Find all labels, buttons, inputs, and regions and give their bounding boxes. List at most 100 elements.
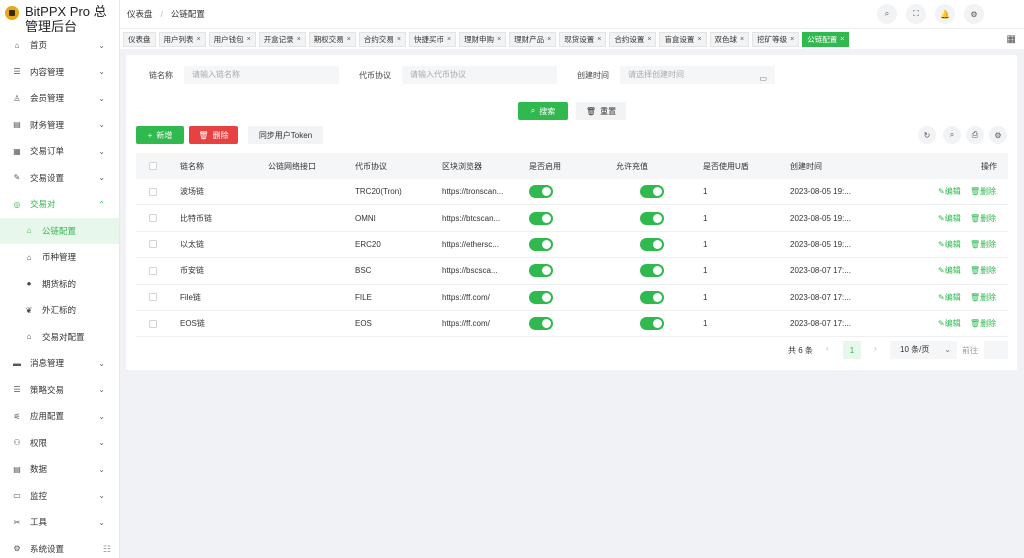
sidebar-item-6[interactable]: ◎ 交易对 ⌃ [0,191,119,218]
close-icon[interactable]: × [297,36,301,43]
tab-10[interactable]: 合约设置 × [609,31,657,47]
page-size-select[interactable]: 10 条/页 ⌄ [890,341,957,359]
tab-1[interactable]: 用户列表 × [158,31,206,47]
tabs-menu-icon[interactable]: ▦ [1007,34,1016,45]
sidebar-item-0[interactable]: ⌂ 首页 ⌄ [0,32,119,59]
add-button[interactable]: + 新增 [136,126,184,144]
close-icon[interactable]: × [397,36,401,43]
edit-link[interactable]: ✎编辑 [938,186,961,197]
settings-icon[interactable]: ⚙ [964,4,984,24]
sidebar-item-1[interactable]: ☰ 内容管理 ⌄ [0,59,119,86]
search-icon[interactable]: ⌕ [877,4,897,24]
tab-3[interactable]: 开盒记录 × [258,31,306,47]
sidebar-subitem-2[interactable]: ● 期货标的 [0,271,119,298]
close-icon[interactable]: × [197,36,201,43]
sidebar-subitem-4[interactable]: ⌂ 交易对配置 [0,324,119,351]
row-checkbox[interactable] [149,266,157,275]
print-icon[interactable]: ⎙ [966,126,984,144]
enabled-switch[interactable] [529,290,553,304]
tab-11[interactable]: 盲盒设置 × [659,31,707,47]
created-time-picker[interactable]: 请选择创建时间 ▭ [620,66,775,84]
close-icon[interactable]: × [597,36,601,43]
edit-link[interactable]: ✎编辑 [938,213,961,224]
tab-14[interactable]: 公链配置 × [802,31,850,47]
sidebar-subitem-0[interactable]: ⌂ 公链配置 [0,217,119,244]
collapse-sidebar-icon[interactable]: ☷ [103,544,111,555]
sidebar-item-8[interactable]: ☰ 策略交易 ⌄ [0,377,119,404]
column-settings-icon[interactable]: ⚙ [989,126,1007,144]
sidebar-item-5[interactable]: ✎ 交易设置 ⌄ [0,165,119,192]
tab-2[interactable]: 用户钱包 × [208,31,256,47]
chain-name-input[interactable] [184,66,339,84]
protocol-input[interactable] [402,66,557,84]
search-button[interactable]: ⌕ 搜索 [518,102,568,120]
delete-link[interactable]: 🗑删除 [970,318,996,329]
delete-button[interactable]: 🗑 删除 [189,126,238,144]
recharge-switch[interactable] [640,290,664,304]
sidebar-subitem-1[interactable]: ⌂ 币种管理 [0,244,119,271]
sidebar-item-3[interactable]: ▤ 财务管理 ⌄ [0,112,119,139]
tab-12[interactable]: 双色球 × [709,31,750,47]
next-page-icon[interactable]: › [874,344,877,353]
close-icon[interactable]: × [790,36,794,43]
sidebar-item-12[interactable]: ▭ 监控 ⌄ [0,483,119,510]
page-number-1[interactable]: 1 [843,341,861,359]
recharge-switch[interactable] [640,264,664,278]
close-icon[interactable]: × [697,36,701,43]
tab-6[interactable]: 快捷买币 × [408,31,457,47]
recharge-switch[interactable] [640,317,664,331]
reset-button[interactable]: 🗑 重置 [576,102,626,120]
enabled-switch[interactable] [529,237,553,251]
sidebar-item-11[interactable]: ▤ 数据 ⌄ [0,456,119,483]
row-checkbox[interactable] [149,214,157,223]
delete-link[interactable]: 🗑删除 [970,292,996,303]
close-icon[interactable]: × [547,36,551,43]
enabled-switch[interactable] [529,264,553,278]
delete-link[interactable]: 🗑删除 [970,213,996,224]
goto-page-input[interactable] [984,341,1008,359]
edit-link[interactable]: ✎编辑 [938,239,961,250]
tab-5[interactable]: 合约交易 × [358,31,406,47]
close-icon[interactable]: × [840,36,844,43]
sidebar-subitem-3[interactable]: ❦ 外汇标的 [0,297,119,324]
sidebar-item-2[interactable]: ♙ 会员管理 ⌄ [0,85,119,112]
sidebar-item-13[interactable]: ✂ 工具 ⌄ [0,509,119,536]
sidebar-item-4[interactable]: ▦ 交易订单 ⌄ [0,138,119,165]
recharge-switch[interactable] [640,237,664,251]
sync-token-button[interactable]: 同步用户Token [248,126,323,144]
tab-13[interactable]: 挖矿等级 × [752,31,800,47]
sidebar-item-14[interactable]: ⚙ 系统设置 [0,536,119,558]
close-icon[interactable]: × [740,36,744,43]
tab-7[interactable]: 理财申购 × [459,31,507,47]
enabled-switch[interactable] [529,211,553,225]
close-icon[interactable]: × [497,36,501,43]
tab-0[interactable]: 仪表盘 [123,31,156,47]
refresh-icon[interactable]: ↻ [918,126,936,144]
prev-page-icon[interactable]: ‹ [826,344,829,353]
edit-link[interactable]: ✎编辑 [938,265,961,276]
enabled-switch[interactable] [529,185,553,199]
recharge-switch[interactable] [640,185,664,199]
row-checkbox[interactable] [149,240,157,249]
close-icon[interactable]: × [347,36,351,43]
breadcrumb-home[interactable]: 仪表盘 [127,8,153,20]
row-checkbox[interactable] [149,319,157,328]
fullscreen-icon[interactable]: ⛶ [906,4,926,24]
row-checkbox[interactable] [149,293,157,302]
enabled-switch[interactable] [529,317,553,331]
delete-link[interactable]: 🗑删除 [970,239,996,250]
edit-link[interactable]: ✎编辑 [938,318,961,329]
recharge-switch[interactable] [640,211,664,225]
search-toggle-icon[interactable]: ⌕ [943,126,961,144]
tab-4[interactable]: 期权交易 × [308,31,356,47]
close-icon[interactable]: × [647,36,651,43]
row-checkbox[interactable] [149,187,157,196]
sidebar-item-7[interactable]: ▬ 消息管理 ⌄ [0,350,119,377]
select-all-checkbox[interactable] [149,162,157,170]
tab-9[interactable]: 现货设置 × [559,31,607,47]
sidebar-item-10[interactable]: ⚇ 权限 ⌄ [0,430,119,457]
tab-8[interactable]: 理财产品 × [509,31,557,47]
bell-icon[interactable]: 🔔 [935,4,955,24]
delete-link[interactable]: 🗑删除 [970,186,996,197]
delete-link[interactable]: 🗑删除 [970,265,996,276]
